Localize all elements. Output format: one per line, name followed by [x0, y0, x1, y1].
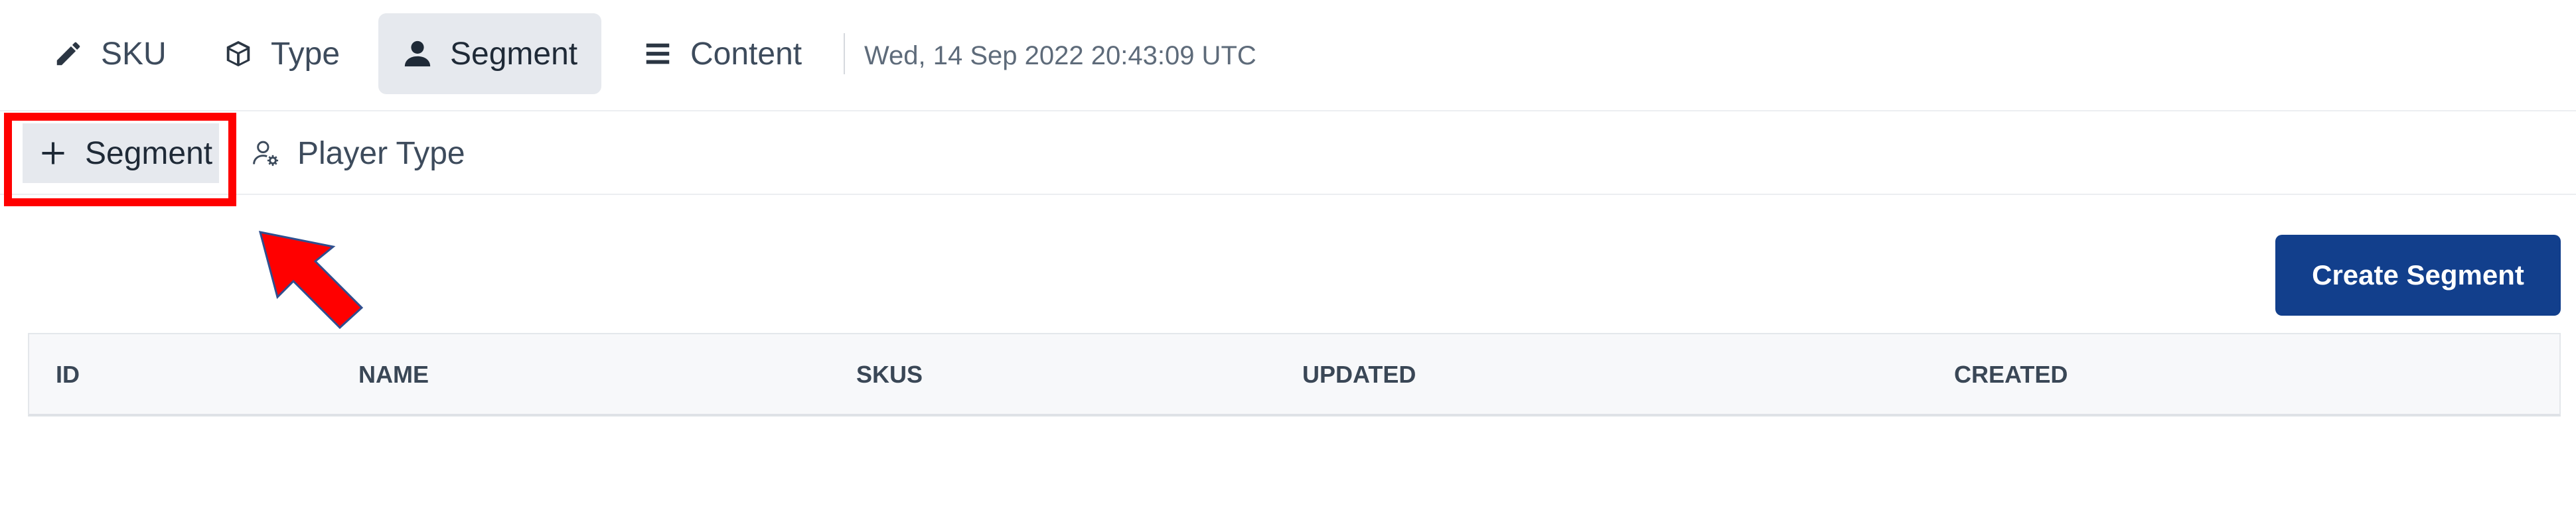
column-header-updated[interactable]: UPDATED	[1302, 334, 1416, 415]
segments-table: ID NAME SKUS UPDATED CREATED	[28, 333, 2561, 416]
top-nav: SKU Type Segment Content Wed, 14 Sep 202…	[0, 0, 2576, 111]
tab-segment-label: Segment	[450, 36, 578, 72]
plus-icon	[38, 139, 68, 168]
column-header-id[interactable]: ID	[56, 334, 80, 415]
tab-content-label: Content	[690, 36, 802, 72]
user-gear-icon	[251, 139, 280, 168]
app-root: SKU Type Segment Content Wed, 14 Sep 202…	[0, 0, 2576, 510]
column-header-created[interactable]: CREATED	[1954, 334, 2068, 415]
tab-segment[interactable]: Segment	[378, 13, 602, 94]
create-segment-button[interactable]: Create Segment	[2275, 235, 2561, 316]
tab-type-label: Type	[271, 36, 341, 72]
tab-sku-label: SKU	[101, 36, 167, 72]
server-timestamp: Wed, 14 Sep 2022 20:43:09 UTC	[864, 41, 1256, 70]
column-header-name[interactable]: NAME	[358, 334, 429, 415]
tab-type[interactable]: Type	[199, 13, 364, 94]
subtab-player-type[interactable]: Player Type	[235, 123, 481, 183]
subtab-segment-label: Segment	[85, 135, 213, 171]
nav-divider	[844, 33, 845, 74]
user-icon	[402, 38, 433, 69]
subtab-segment[interactable]: Segment	[23, 123, 219, 183]
sub-nav: Segment Player Type	[0, 111, 2576, 195]
tab-sku[interactable]: SKU	[29, 13, 190, 94]
cube-icon	[223, 38, 254, 69]
annotation-arrow-icon	[258, 231, 364, 330]
column-header-skus[interactable]: SKUS	[856, 334, 923, 415]
tab-content[interactable]: Content	[619, 13, 826, 94]
pencil-icon	[53, 38, 84, 69]
subtab-player-type-label: Player Type	[297, 135, 465, 171]
list-icon	[643, 38, 673, 69]
